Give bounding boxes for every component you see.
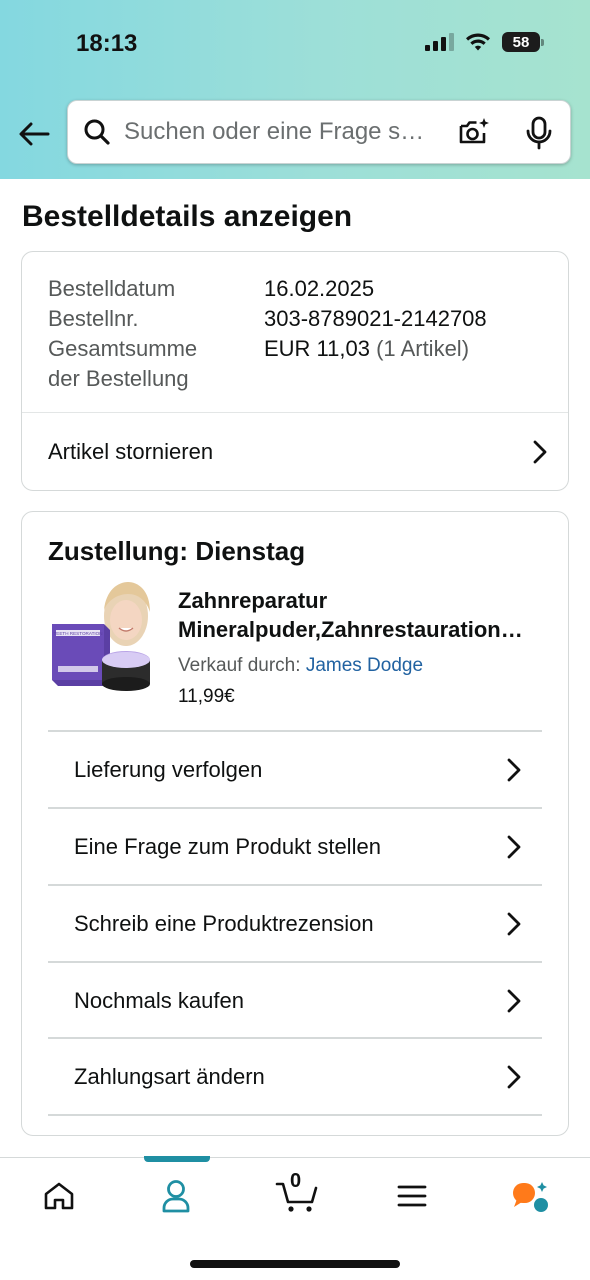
search-bar[interactable] xyxy=(67,100,571,164)
menu-icon xyxy=(397,1185,427,1207)
battery-icon: 58 xyxy=(502,32,544,52)
delivery-title: Zustellung: Dienstag xyxy=(48,536,306,566)
order-date-value: 16.02.2025 xyxy=(264,276,375,301)
order-total-value: EUR 11,03 (1 Artikel) xyxy=(264,334,469,394)
track-delivery-row[interactable]: Lieferung verfolgen xyxy=(48,731,542,808)
order-total-label-line2: der Bestellung xyxy=(48,366,189,391)
chevron-right-icon xyxy=(506,758,522,782)
nav-menu[interactable] xyxy=(387,1176,437,1216)
action-label: Zahlungsart ändern xyxy=(74,1063,265,1089)
nav-account[interactable] xyxy=(151,1176,201,1216)
ask-question-row[interactable]: Eine Frage zum Produkt stellen xyxy=(48,808,542,885)
cart-count-badge: 0 xyxy=(290,1170,302,1192)
search-input[interactable] xyxy=(124,118,442,146)
action-label: Eine Frage zum Produkt stellen xyxy=(74,833,381,859)
order-total-amount: EUR 11,03 xyxy=(264,336,370,361)
wifi-icon xyxy=(466,33,490,51)
product-price: 11,99€ xyxy=(178,686,235,707)
order-number-value: 303-8789021-2142708 xyxy=(264,306,487,331)
order-date-row: Bestelldatum 16.02.2025 xyxy=(48,274,487,304)
product-box-text: TEETH RESTORATION xyxy=(53,631,102,636)
chevron-right-icon xyxy=(506,1065,522,1089)
action-label: Nochmals kaufen xyxy=(74,987,244,1013)
chevron-right-icon xyxy=(506,989,522,1013)
chevron-right-icon xyxy=(506,835,522,859)
order-total-label-line1: Gesamtsumme xyxy=(48,336,198,361)
cancel-item-row[interactable]: Artikel stornieren xyxy=(22,413,568,491)
seller-link[interactable]: James Dodge xyxy=(306,655,423,676)
camera-sparkle-icon xyxy=(459,118,489,144)
status-icons: 58 xyxy=(425,32,544,52)
nav-home[interactable] xyxy=(34,1176,84,1216)
delivery-card: Zustellung: Dienstag TEETH RESTORATION Z… xyxy=(21,511,569,1136)
order-summary-card: Bestelldatum 16.02.2025 Bestellnr. 303-8… xyxy=(21,251,569,491)
order-number-row: Bestellnr. 303-8789021-2142708 xyxy=(48,304,487,334)
order-date-label: Bestelldatum xyxy=(48,276,176,301)
bottom-navigation: 0 xyxy=(0,1156,590,1280)
change-payment-row[interactable]: Zahlungsart ändern xyxy=(48,1038,542,1115)
cellular-signal-icon xyxy=(425,33,454,51)
seller-prefix: Verkauf durch: xyxy=(178,655,301,676)
rufus-icon xyxy=(513,1182,548,1212)
product-image[interactable]: TEETH RESTORATION xyxy=(50,580,156,692)
product-title-line1: Zahnreparatur xyxy=(178,588,328,613)
app-header: 18:13 58 xyxy=(0,0,590,179)
order-total-label: Gesamtsumme der Bestellung xyxy=(48,334,264,394)
chevron-right-icon xyxy=(506,912,522,936)
action-label: Schreib eine Produktrezension xyxy=(74,910,374,936)
active-tab-indicator xyxy=(144,1156,210,1162)
product-title-line2: Mineralpuder,Zahnrestauration… xyxy=(178,617,523,642)
back-button[interactable] xyxy=(14,116,54,152)
divider xyxy=(48,1114,542,1116)
order-total-row: Gesamtsumme der Bestellung EUR 11,03 (1 … xyxy=(48,334,487,394)
home-indicator xyxy=(190,1260,400,1268)
write-review-row[interactable]: Schreib eine Produktrezension xyxy=(48,885,542,962)
chevron-right-icon xyxy=(532,440,548,464)
product-title[interactable]: Zahnreparatur Mineralpuder,Zahnrestaurat… xyxy=(178,586,538,644)
action-label: Lieferung verfolgen xyxy=(74,756,263,782)
status-time: 18:13 xyxy=(76,30,138,57)
seller-info: Verkauf durch: James Dodge xyxy=(178,655,423,677)
search-icon xyxy=(82,117,112,147)
order-number-label: Bestellnr. xyxy=(48,306,139,331)
camera-search-button[interactable] xyxy=(458,117,490,152)
nav-rufus[interactable] xyxy=(506,1176,556,1216)
account-icon xyxy=(162,1180,190,1213)
cancel-item-label: Artikel stornieren xyxy=(48,439,214,464)
page-title: Bestelldetails anzeigen xyxy=(22,200,353,233)
buy-again-row[interactable]: Nochmals kaufen xyxy=(48,962,542,1039)
voice-search-button[interactable] xyxy=(526,116,552,155)
arrow-left-icon xyxy=(19,122,50,146)
order-item-count: (1 Artikel) xyxy=(376,336,470,361)
nav-cart[interactable]: 0 xyxy=(270,1170,324,1216)
order-info: Bestelldatum 16.02.2025 Bestellnr. 303-8… xyxy=(48,274,487,394)
microphone-icon xyxy=(526,116,552,150)
home-icon xyxy=(44,1182,74,1210)
